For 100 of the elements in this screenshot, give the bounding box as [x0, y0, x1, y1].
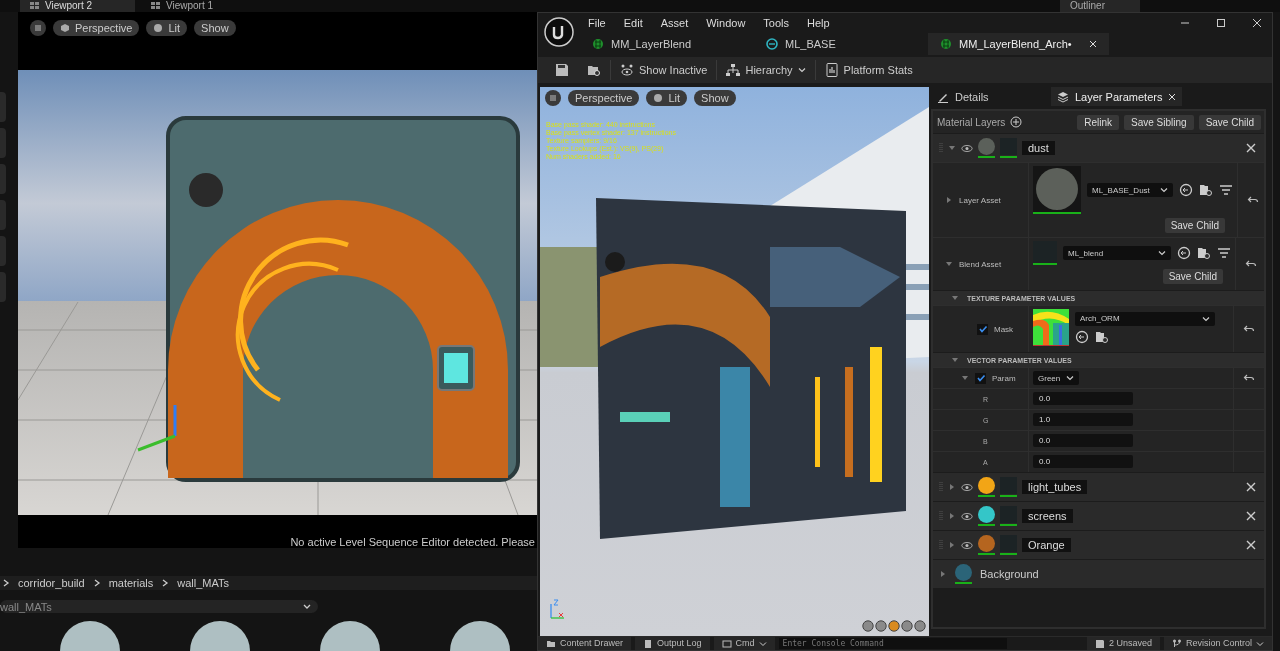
layer-name-field[interactable]: dust: [1022, 141, 1055, 155]
browse-icon[interactable]: [1197, 246, 1211, 260]
menu-item[interactable]: File: [580, 17, 614, 29]
preview-shape-icon[interactable]: [862, 620, 874, 632]
material-thumbnail[interactable]: [320, 621, 380, 651]
use-selected-icon[interactable]: [1179, 183, 1193, 197]
material-thumbnail[interactable]: [450, 621, 510, 651]
layer-action-button[interactable]: Save Child: [1198, 114, 1261, 130]
blend-thumbnail[interactable]: [1033, 241, 1057, 265]
eye-icon[interactable]: [961, 540, 973, 550]
layer-thumbnail[interactable]: [978, 477, 995, 494]
breadcrumb-item[interactable]: materials: [108, 577, 154, 590]
close-icon[interactable]: [1168, 92, 1177, 101]
unsaved-button[interactable]: 2 Unsaved: [1086, 637, 1160, 650]
menu-item[interactable]: Tools: [755, 17, 798, 29]
perspective-button[interactable]: Perspective: [53, 20, 140, 36]
menu-item[interactable]: Asset: [652, 17, 697, 29]
expand-arrow-icon[interactable]: [939, 570, 947, 578]
texture-thumbnail[interactable]: [1033, 309, 1069, 346]
browse-icon[interactable]: [1199, 183, 1213, 197]
breadcrumb-item[interactable]: wall_MATs: [177, 577, 230, 590]
panel-tab[interactable]: Details: [931, 87, 1043, 106]
sphere-thumbnail[interactable]: [1033, 166, 1081, 214]
layer-name-field[interactable]: Orange: [1022, 538, 1071, 552]
expand-arrow-icon[interactable]: [961, 374, 969, 382]
close-icon[interactable]: [1246, 482, 1256, 492]
cmd-dropdown[interactable]: Cmd: [713, 637, 775, 650]
number-field[interactable]: 0.0: [1033, 392, 1133, 405]
close-icon[interactable]: [1246, 540, 1256, 550]
close-icon[interactable]: [1088, 40, 1097, 48]
editor-tab[interactable]: MM_LayerBlend_Arch•: [928, 33, 1109, 55]
expand-arrow-icon[interactable]: [945, 196, 953, 204]
expand-arrow-icon[interactable]: [948, 144, 956, 152]
layer-name-field[interactable]: light_tubes: [1022, 480, 1088, 494]
expand-arrow-icon[interactable]: [948, 483, 956, 491]
menu-item[interactable]: Window: [698, 17, 754, 29]
texture-dropdown[interactable]: Arch_ORM: [1075, 311, 1215, 326]
platform-stats-button[interactable]: Platform Stats: [815, 60, 922, 80]
layer-thumbnail[interactable]: [978, 535, 995, 552]
close-icon[interactable]: [1252, 18, 1262, 28]
eye-icon[interactable]: [961, 143, 973, 153]
perspective-button[interactable]: Perspective: [568, 90, 640, 106]
material-thumbnail[interactable]: [60, 621, 120, 651]
content-drawer-button[interactable]: Content Drawer: [538, 637, 632, 650]
asset-dropdown[interactable]: ML_BASE_Dust: [1087, 183, 1173, 197]
checkbox[interactable]: [977, 323, 988, 335]
blend-thumbnail[interactable]: [1000, 535, 1017, 552]
show-button[interactable]: Show: [194, 20, 236, 36]
expand-arrow-icon[interactable]: [951, 356, 959, 364]
layer-name-field[interactable]: screens: [1022, 509, 1073, 523]
eye-icon[interactable]: [961, 511, 973, 521]
preview-shape-icon[interactable]: [888, 620, 900, 632]
number-field[interactable]: 0.0: [1033, 455, 1133, 468]
use-selected-icon[interactable]: [1177, 246, 1191, 260]
number-field[interactable]: 1.0: [1033, 413, 1133, 426]
save-child-button[interactable]: Save Child: [1164, 218, 1225, 233]
blend-thumbnail[interactable]: [1000, 138, 1017, 155]
breadcrumb-item[interactable]: corridor_build: [18, 577, 85, 590]
expand-arrow-icon[interactable]: [951, 294, 959, 302]
menu-button[interactable]: [30, 20, 46, 36]
output-log-button[interactable]: Output Log: [635, 637, 710, 650]
checkbox[interactable]: [975, 372, 986, 384]
material-thumbnail[interactable]: [190, 621, 250, 651]
close-icon[interactable]: [1246, 511, 1256, 521]
asset-dropdown[interactable]: ML_blend: [1063, 246, 1171, 260]
expand-arrow-icon[interactable]: [948, 541, 956, 549]
menu-item[interactable]: Edit: [615, 17, 651, 29]
editor-tab[interactable]: MM_LayerBlend: [580, 33, 754, 55]
panel-tab[interactable]: Layer Parameters: [1051, 87, 1183, 106]
eye-icon[interactable]: [961, 482, 973, 492]
preview-shape-icon[interactable]: [875, 620, 887, 632]
path-dropdown[interactable]: wall_MATs: [0, 600, 318, 613]
blend-thumbnail[interactable]: [1000, 477, 1017, 494]
color-dropdown[interactable]: Green: [1033, 371, 1079, 385]
layer-thumbnail[interactable]: [955, 564, 972, 581]
preview-shape-icon[interactable]: [914, 620, 926, 632]
editor-tab[interactable]: ML_BASE: [754, 33, 928, 55]
preview-shape-icon[interactable]: [901, 620, 913, 632]
console-input[interactable]: Enter Console Command: [778, 638, 1007, 649]
filter-icon[interactable]: [1217, 246, 1231, 260]
layer-action-button[interactable]: Relink: [1077, 114, 1120, 130]
maximize-icon[interactable]: [1216, 18, 1226, 28]
layer-thumbnail[interactable]: [978, 138, 995, 155]
lit-button[interactable]: Lit: [146, 20, 188, 36]
hierarchy-button[interactable]: Hierarchy: [717, 60, 816, 80]
save-child-button[interactable]: Save Child: [1162, 269, 1223, 284]
viewport-tab[interactable]: Viewport 1: [141, 0, 256, 12]
outliner-tab[interactable]: Outliner: [1060, 0, 1140, 12]
close-icon[interactable]: [1246, 143, 1256, 153]
revision-control-button[interactable]: Revision Control: [1163, 637, 1272, 650]
expand-arrow-icon[interactable]: [948, 512, 956, 520]
number-field[interactable]: 0.0: [1033, 434, 1133, 447]
layer-action-button[interactable]: Save Sibling: [1124, 114, 1194, 130]
layer-thumbnail[interactable]: [978, 506, 995, 523]
lit-button[interactable]: Lit: [646, 90, 688, 106]
add-icon[interactable]: [1010, 116, 1023, 128]
browse-icon[interactable]: [1095, 329, 1109, 344]
show-button[interactable]: Show: [694, 90, 736, 106]
blend-thumbnail[interactable]: [1000, 506, 1017, 523]
use-selected-icon[interactable]: [1075, 329, 1089, 344]
